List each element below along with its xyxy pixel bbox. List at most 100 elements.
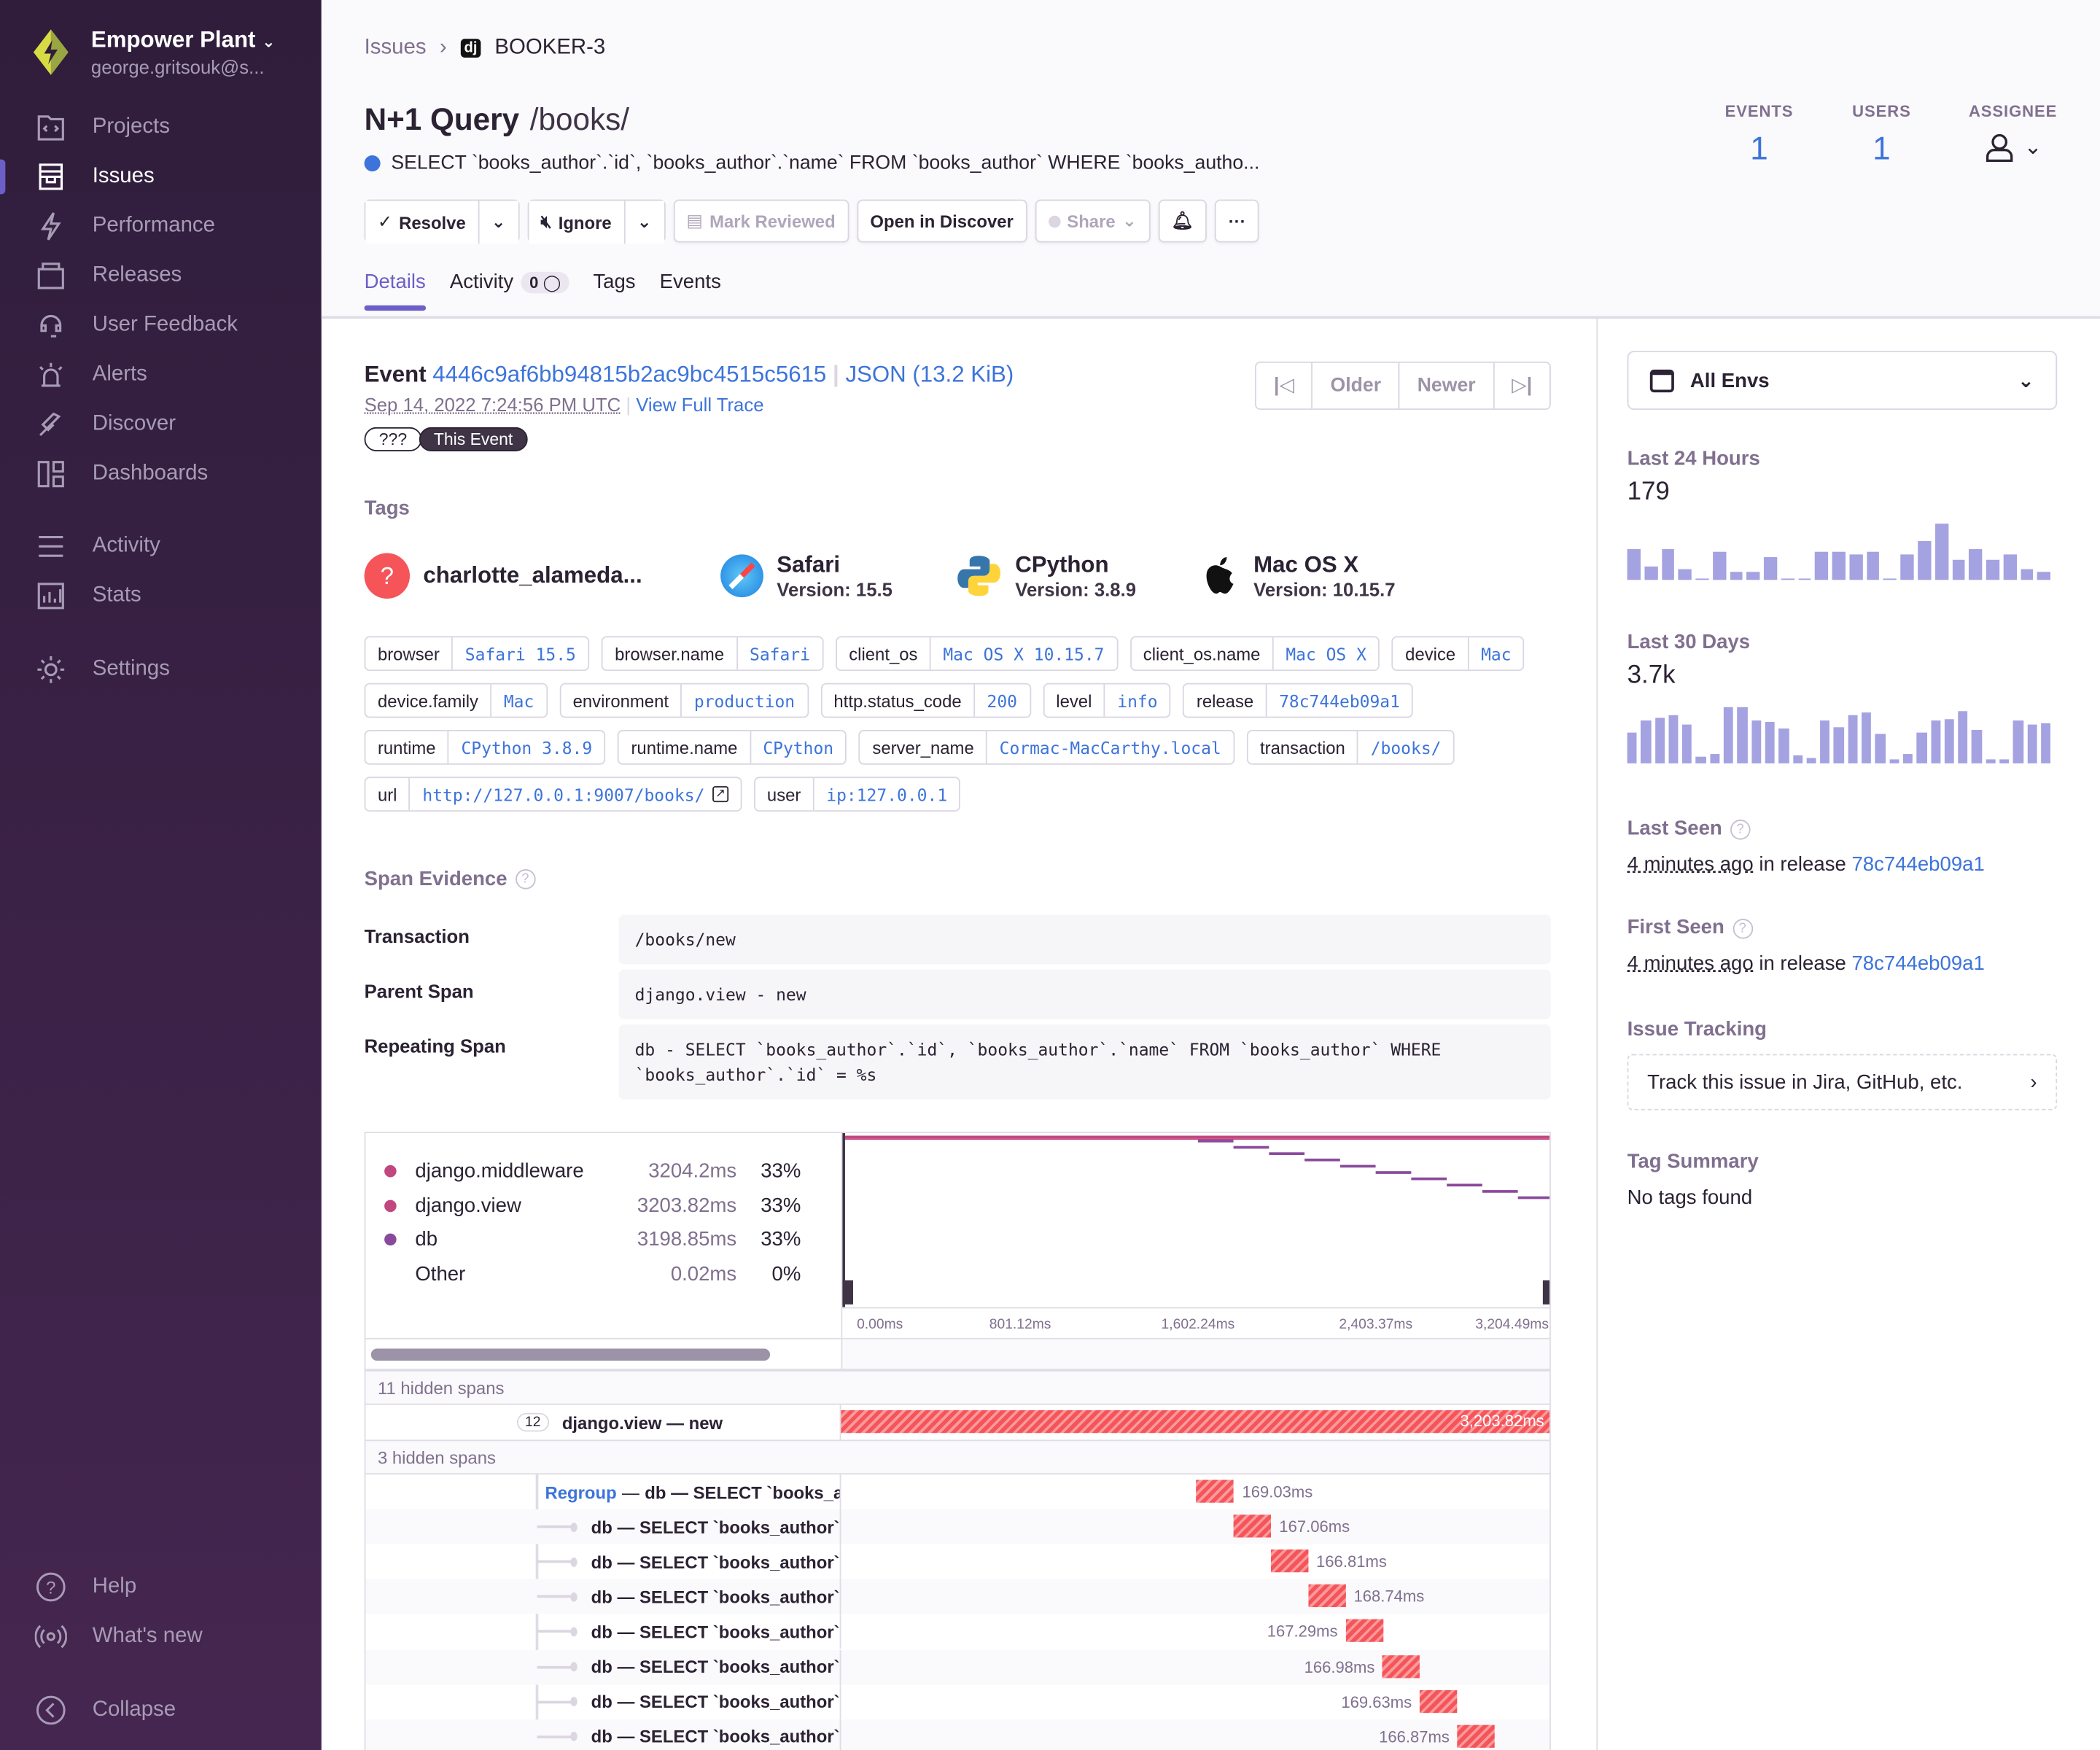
last-24h-bar[interactable] bbox=[1695, 578, 1708, 580]
resolve-button[interactable]: ✓ Resolve bbox=[365, 201, 478, 244]
minimap-drag-handle-right[interactable] bbox=[1543, 1280, 1551, 1304]
last-30d-bar[interactable] bbox=[1765, 722, 1775, 763]
last-24h-bar[interactable] bbox=[1798, 579, 1811, 580]
breakdown-row[interactable]: db 3198.85ms 33% bbox=[384, 1223, 813, 1257]
tab-activity[interactable]: Activity 0 ◯ bbox=[450, 271, 569, 309]
last-24h-bar[interactable] bbox=[1713, 551, 1726, 580]
last-30d-bar[interactable] bbox=[1682, 725, 1692, 763]
span-row[interactable]: db — SELECT `books_author` 168.74ms bbox=[365, 1579, 1550, 1614]
tag-value[interactable]: Mac bbox=[1468, 637, 1523, 669]
last-30d-bar[interactable] bbox=[1654, 718, 1664, 763]
tag-value[interactable]: /books/ bbox=[1357, 731, 1453, 763]
span-row[interactable]: db — SELECT `books_author` 167.06ms bbox=[365, 1509, 1550, 1544]
tag-url[interactable]: url http://127.0.0.1:9007/books/↗ bbox=[365, 777, 742, 812]
last-24h-bar[interactable] bbox=[1679, 569, 1692, 580]
last-24h-bar[interactable] bbox=[1901, 554, 1914, 580]
last-30d-bar[interactable] bbox=[1862, 712, 1871, 763]
last-30d-bar[interactable] bbox=[1999, 759, 2009, 763]
last-24h-bar[interactable] bbox=[2037, 572, 2050, 580]
last-30d-bar[interactable] bbox=[1738, 707, 1747, 763]
tag-client-os-name[interactable]: client_os.name Mac OS X bbox=[1129, 636, 1380, 671]
sidebar-item-settings[interactable]: Settings bbox=[0, 647, 322, 692]
span-row[interactable]: db — SELECT `books_author` 169.63ms bbox=[365, 1684, 1550, 1719]
ignore-dropdown[interactable]: ⌄ bbox=[623, 201, 664, 244]
last-30d-bar[interactable] bbox=[1779, 728, 1789, 763]
sidebar-item-projects[interactable]: Projects bbox=[0, 104, 322, 149]
tag-value[interactable]: ip:127.0.0.1 bbox=[813, 778, 960, 810]
tag-value[interactable]: CPython 3.8.9 bbox=[448, 731, 604, 763]
last-30d-bar[interactable] bbox=[1848, 715, 1857, 763]
tag-runtime[interactable]: runtime CPython 3.8.9 bbox=[365, 730, 606, 765]
subscribe-button[interactable]: 🔔︎ bbox=[1158, 200, 1207, 243]
tag-value[interactable]: Cormac-MacCarthy.local bbox=[986, 731, 1233, 763]
tag-value[interactable]: Safari bbox=[736, 637, 822, 669]
last-24h-bar[interactable] bbox=[1986, 560, 1999, 580]
trace-minimap[interactable] bbox=[841, 1133, 1550, 1307]
last-30d-bar[interactable] bbox=[1641, 720, 1651, 763]
help-icon[interactable]: ? bbox=[516, 869, 536, 890]
last-30d-bar[interactable] bbox=[1917, 733, 1926, 763]
last-24h-bar[interactable] bbox=[1816, 551, 1829, 580]
tag-runtime-name[interactable]: runtime.name CPython bbox=[618, 730, 847, 765]
minimap-drag-handle-left[interactable] bbox=[842, 1280, 853, 1304]
last-30d-bar[interactable] bbox=[2027, 725, 2037, 763]
sidebar-whats-new[interactable]: What's new bbox=[0, 1614, 322, 1659]
last-30d-bar[interactable] bbox=[1751, 721, 1761, 763]
event-id-link[interactable]: 4446c9af6bb94815b2ac9bc4515c5615 bbox=[432, 362, 826, 387]
users-count[interactable]: 1 bbox=[1872, 131, 1891, 168]
tag-client-os[interactable]: client_os Mac OS X 10.15.7 bbox=[836, 636, 1118, 671]
tab-tags[interactable]: Tags bbox=[593, 271, 635, 309]
last-24h-bar[interactable] bbox=[2021, 569, 2034, 580]
sidebar-item-dashboards[interactable]: Dashboards bbox=[0, 451, 322, 497]
sidebar-item-releases[interactable]: Releases bbox=[0, 253, 322, 298]
last-24h-bar[interactable] bbox=[1849, 554, 1862, 580]
environment-selector[interactable]: All Envs ⌄ bbox=[1628, 351, 2058, 410]
tag-value[interactable]: http://127.0.0.1:9007/books/ ↗ bbox=[409, 778, 740, 810]
regroup-link[interactable]: Regroup bbox=[545, 1482, 617, 1502]
tag-environment[interactable]: environment production bbox=[559, 683, 808, 718]
events-count[interactable]: 1 bbox=[1750, 131, 1768, 168]
last-24h-bar[interactable] bbox=[1661, 548, 1674, 580]
tag-http-status-code[interactable]: http.status_code 200 bbox=[820, 683, 1030, 718]
external-link-icon[interactable]: ↗ bbox=[712, 786, 728, 802]
scrollbar-thumb[interactable] bbox=[371, 1349, 770, 1361]
tag-browser-name[interactable]: browser.name Safari bbox=[602, 636, 824, 671]
last-30d-bar[interactable] bbox=[1724, 707, 1733, 763]
last-30d-bar[interactable] bbox=[1972, 729, 1981, 763]
sidebar-item-discover[interactable]: Discover bbox=[0, 402, 322, 447]
tag-server-name[interactable]: server_name Cormac-MacCarthy.local bbox=[859, 730, 1234, 765]
last-30d-bar[interactable] bbox=[1628, 733, 1637, 763]
span-row[interactable]: db — SELECT `books_author` 166.87ms bbox=[365, 1719, 1550, 1750]
last-24h-bar[interactable] bbox=[1730, 572, 1743, 580]
span-row[interactable]: db — SELECT `books_author` 166.81ms bbox=[365, 1544, 1550, 1579]
tag-browser[interactable]: browser Safari 15.5 bbox=[365, 636, 590, 671]
view-full-trace-link[interactable]: View Full Trace bbox=[636, 394, 763, 415]
last-30d-bar[interactable] bbox=[1696, 756, 1706, 763]
last-30d-bar[interactable] bbox=[1903, 753, 1913, 763]
last-24h-bar[interactable] bbox=[1781, 579, 1794, 580]
sidebar-item-performance[interactable]: Performance bbox=[0, 203, 322, 249]
tag-device[interactable]: device Mac bbox=[1392, 636, 1525, 671]
last-30d-bar[interactable] bbox=[1668, 715, 1678, 763]
breakdown-row[interactable]: django.view 3203.82ms 33% bbox=[384, 1189, 813, 1223]
last-30d-bar[interactable] bbox=[1793, 755, 1802, 763]
last-30d-bar[interactable] bbox=[1931, 720, 1940, 763]
hidden-spans-row[interactable]: 3 hidden spans bbox=[365, 1439, 1550, 1474]
open-in-discover-button[interactable]: Open in Discover bbox=[857, 200, 1027, 243]
last-30d-bar[interactable] bbox=[1834, 727, 1843, 763]
tag-level[interactable]: level info bbox=[1043, 683, 1171, 718]
span-row[interactable]: db — SELECT `books_author` 167.29ms bbox=[365, 1614, 1550, 1649]
last-24h-bar[interactable] bbox=[1867, 551, 1880, 580]
last-30d-bar[interactable] bbox=[1875, 734, 1885, 763]
last-30d-bar[interactable] bbox=[1945, 719, 1954, 763]
tag-value[interactable]: info bbox=[1104, 685, 1170, 717]
breakdown-row[interactable]: Other 0.02ms 0% bbox=[384, 1257, 813, 1291]
tag-value[interactable]: Safari 15.5 bbox=[451, 637, 588, 669]
last-24h-bar[interactable] bbox=[1969, 548, 1983, 580]
assignee-selector[interactable]: ⌄ bbox=[1984, 131, 2042, 163]
span-row[interactable]: db — SELECT `books_author` 166.98ms bbox=[365, 1649, 1550, 1684]
span-row-parent[interactable]: 12 django.view — new 3,203.82ms bbox=[365, 1405, 1550, 1440]
last-24h-bar[interactable] bbox=[1883, 579, 1897, 580]
org-switcher[interactable]: Empower Plant ⌄ george.gritsouk@s... bbox=[29, 27, 275, 78]
last-24h-bar[interactable] bbox=[1764, 558, 1777, 580]
